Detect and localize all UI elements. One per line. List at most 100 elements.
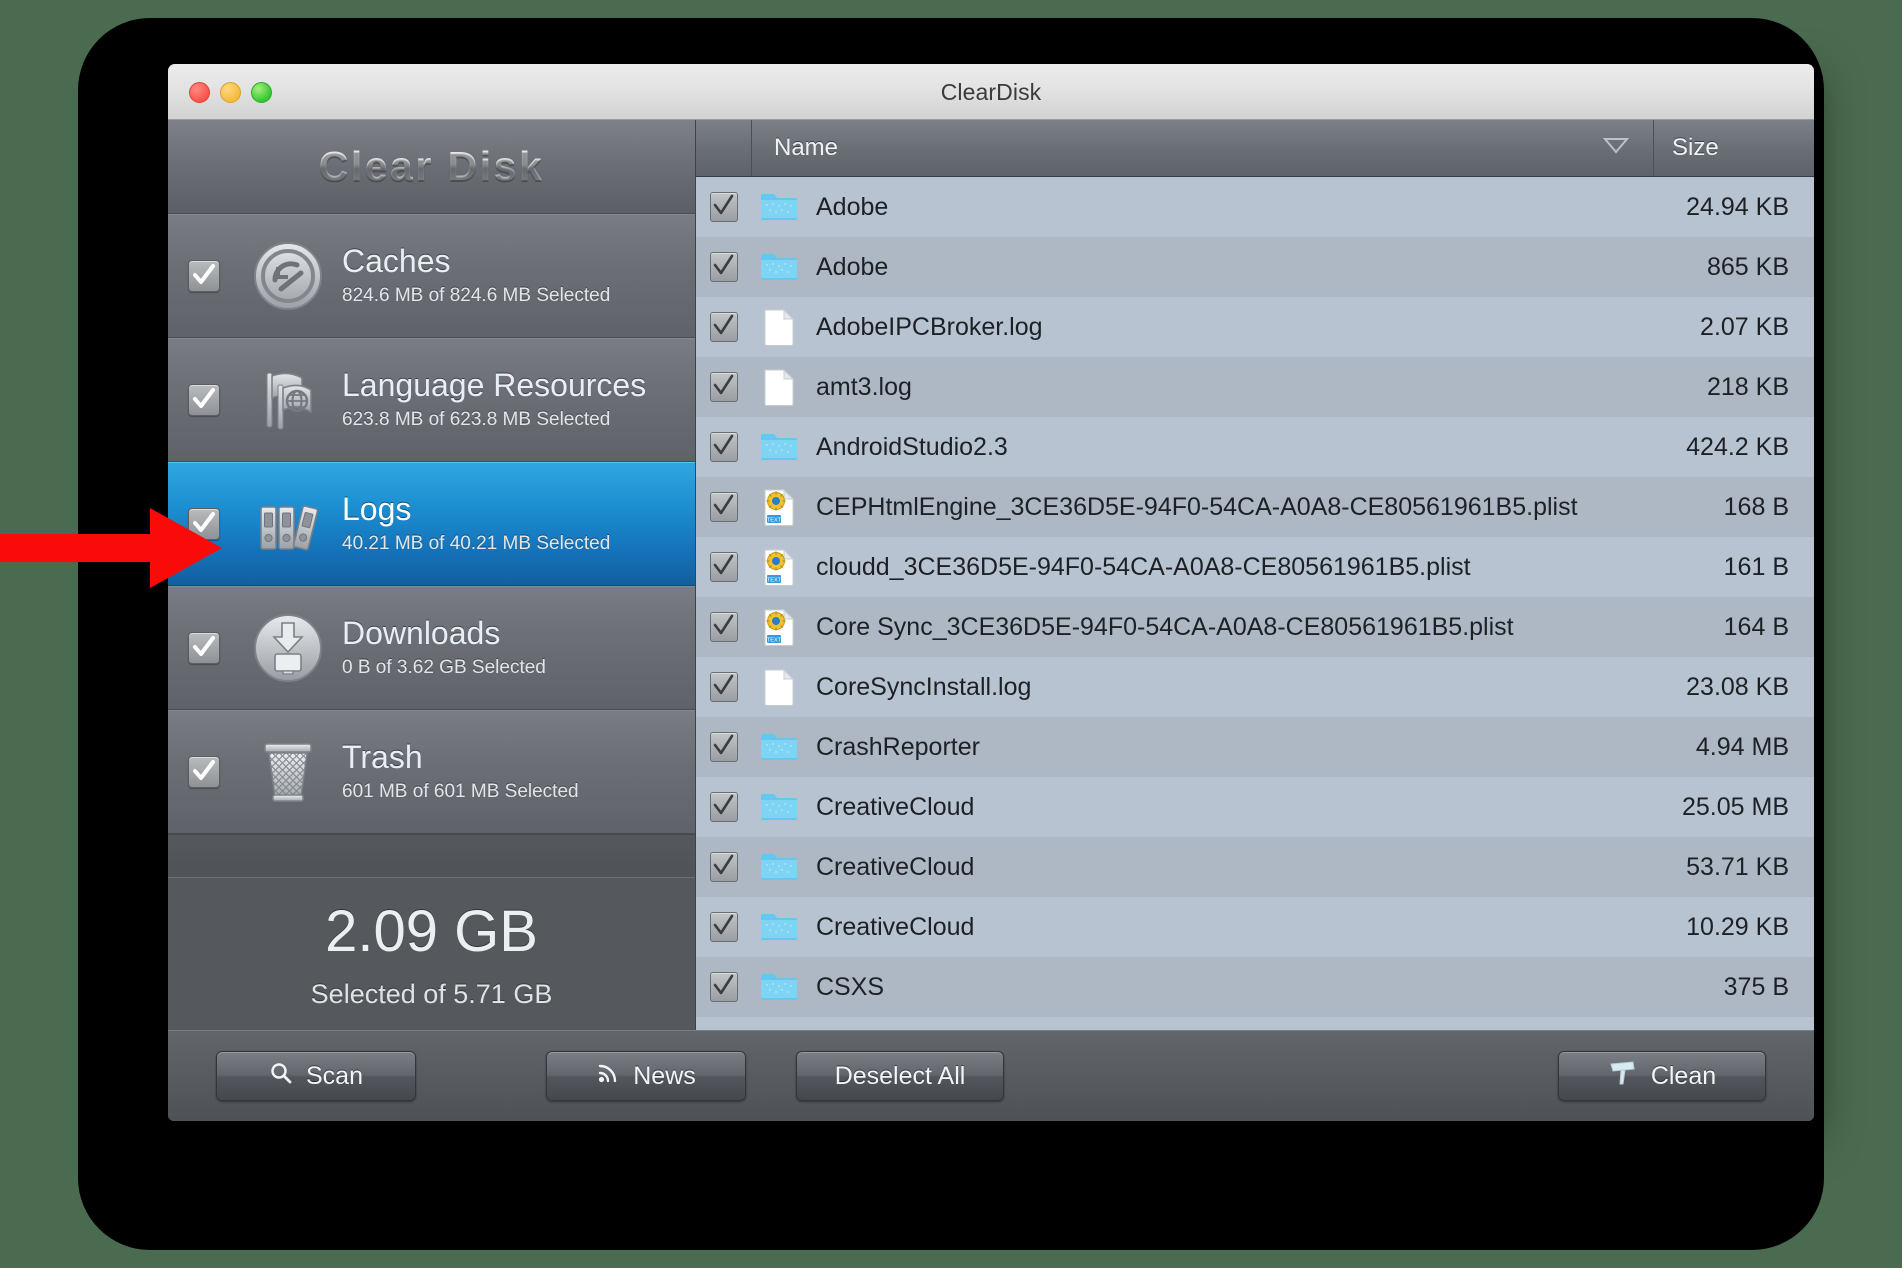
bottom-toolbar: Scan News Deselect All Clean xyxy=(168,1030,1814,1121)
row-checkbox[interactable] xyxy=(710,612,738,642)
trash-label: Trash xyxy=(342,738,423,775)
search-icon xyxy=(269,1061,293,1092)
row-file-name: Adobe xyxy=(816,252,889,281)
logs-detail: 40.21 MB of 40.21 MB Selected xyxy=(342,533,611,555)
row-checkbox[interactable] xyxy=(710,252,738,282)
table-row[interactable]: AndroidStudio2.3 424.2 KB xyxy=(696,417,1814,477)
row-checkbox[interactable] xyxy=(710,312,738,342)
total-selected-amount: 2.09 GB xyxy=(325,899,538,964)
row-checkbox-cell xyxy=(696,192,752,222)
app-brand-header: Clear Disk xyxy=(168,120,695,214)
row-checkbox[interactable] xyxy=(710,792,738,822)
row-checkbox-cell xyxy=(696,672,752,702)
row-checkbox[interactable] xyxy=(710,852,738,882)
language-resources-checkbox[interactable] xyxy=(188,384,220,416)
table-row[interactable]: amt3.log 218 KB xyxy=(696,357,1814,417)
caches-label: Caches xyxy=(342,242,451,279)
language-resources-text: Language Resources 623.8 MB of 623.8 MB … xyxy=(336,368,695,432)
row-checkbox[interactable] xyxy=(710,492,738,522)
row-checkbox[interactable] xyxy=(710,732,738,762)
header-checkbox-column[interactable] xyxy=(696,120,752,176)
category-list: Caches 824.6 MB of 824.6 MB Selected Lan… xyxy=(168,214,695,877)
trash-text: Trash 601 MB of 601 MB Selected xyxy=(336,738,695,804)
flags-icon xyxy=(240,363,336,437)
clean-button[interactable]: Clean xyxy=(1558,1051,1766,1101)
sidebar-item-downloads[interactable]: Downloads 0 B of 3.62 GB Selected xyxy=(168,586,695,710)
row-file-size: 10.29 KB xyxy=(1686,912,1789,941)
row-file-size: 4.94 MB xyxy=(1695,732,1789,761)
row-file-name: AdobeIPCBroker.log xyxy=(816,312,1043,341)
downloads-detail: 0 B of 3.62 GB Selected xyxy=(342,657,546,679)
row-checkbox-cell xyxy=(696,792,752,822)
news-button-label: News xyxy=(633,1061,696,1090)
table-row[interactable]: CSXS 375 B xyxy=(696,957,1814,1017)
trash-detail: 601 MB of 601 MB Selected xyxy=(342,781,579,803)
column-header-name-label: Name xyxy=(774,134,839,161)
row-checkbox[interactable] xyxy=(710,432,738,462)
folder-icon xyxy=(752,731,806,763)
red-arrow-annotation xyxy=(0,498,230,603)
news-button[interactable]: News xyxy=(546,1051,746,1101)
deselect-all-button-label: Deselect All xyxy=(834,1061,966,1090)
table-row[interactable]: AdobeIPCBroker.log 2.07 KB xyxy=(696,297,1814,357)
document-icon xyxy=(752,668,806,706)
app-brand-title: Clear Disk xyxy=(318,143,545,189)
caches-checkbox[interactable] xyxy=(188,260,220,292)
svg-text:TEXT: TEXT xyxy=(767,638,782,644)
caches-text: Caches 824.6 MB of 824.6 MB Selected xyxy=(336,242,695,308)
table-row[interactable]: TEXT Core Sync_3CE36D5E-94F0-54CA-A0A8-CE… xyxy=(696,597,1814,657)
row-file-size: 25.05 MB xyxy=(1681,792,1789,821)
window-body: Clear Disk Caches 824.6 MB of 824.6 MB S… xyxy=(168,120,1814,1030)
scan-button[interactable]: Scan xyxy=(216,1051,416,1101)
row-file-size: 53.71 KB xyxy=(1686,852,1789,881)
row-file-size: 23.08 KB xyxy=(1686,672,1789,701)
file-list-rows[interactable]: Adobe 24.94 KB Adobe 865 KB AdobeIPCBroker.l… xyxy=(696,177,1814,1030)
column-header-name[interactable]: Name xyxy=(752,120,1654,176)
row-checkbox[interactable] xyxy=(710,672,738,702)
table-row[interactable]: CreativeCloud 10.29 KB xyxy=(696,897,1814,957)
sidebar-item-trash[interactable]: Trash 601 MB of 601 MB Selected xyxy=(168,710,695,834)
table-row[interactable]: CreativeCloud 53.71 KB xyxy=(696,837,1814,897)
table-row[interactable]: Adobe 24.94 KB xyxy=(696,177,1814,237)
row-checkbox-cell xyxy=(696,492,752,522)
sidebar-item-language-resources[interactable]: Language Resources 623.8 MB of 623.8 MB … xyxy=(168,338,695,462)
table-row[interactable]: Adobe 865 KB xyxy=(696,237,1814,297)
binders-icon xyxy=(240,487,336,561)
trash-checkbox[interactable] xyxy=(188,756,220,788)
window-title: ClearDisk xyxy=(940,79,1042,105)
column-header-size[interactable]: Size xyxy=(1654,120,1814,176)
column-header-size-label: Size xyxy=(1672,134,1719,161)
table-row[interactable]: TEXT CEPHtmlEngine_3CE36D5E-94F0-54CA-A0A… xyxy=(696,477,1814,537)
squeegee-icon xyxy=(1608,1060,1638,1093)
folder-icon xyxy=(752,971,806,1003)
table-row[interactable]: CreativeCloud 25.05 MB xyxy=(696,777,1814,837)
caches-checkbox-cell xyxy=(168,260,240,292)
sidebar-item-logs[interactable]: Logs 40.21 MB of 40.21 MB Selected xyxy=(168,462,695,586)
row-checkbox[interactable] xyxy=(710,972,738,1002)
downloads-checkbox-cell xyxy=(168,632,240,664)
row-checkbox[interactable] xyxy=(710,552,738,582)
document-icon xyxy=(752,368,806,406)
plist-icon: TEXT xyxy=(752,608,806,646)
row-checkbox-cell xyxy=(696,912,752,942)
rss-icon xyxy=(596,1061,620,1092)
window-titlebar: ClearDisk xyxy=(168,64,1814,120)
caches-detail: 824.6 MB of 824.6 MB Selected xyxy=(342,285,611,307)
table-row[interactable]: TEXT cloudd_3CE36D5E-94F0-54CA-A0A8-CE805… xyxy=(696,537,1814,597)
row-checkbox[interactable] xyxy=(710,372,738,402)
row-file-size: 375 B xyxy=(1723,972,1789,1001)
sidebar-item-caches[interactable]: Caches 824.6 MB of 824.6 MB Selected xyxy=(168,214,695,338)
row-checkbox[interactable] xyxy=(710,192,738,222)
row-file-size: 168 B xyxy=(1723,492,1789,521)
deselect-all-button[interactable]: Deselect All xyxy=(796,1051,1004,1101)
table-row[interactable]: CoreSyncInstall.log 23.08 KB xyxy=(696,657,1814,717)
table-row[interactable]: CrashReporter 4.94 MB xyxy=(696,717,1814,777)
row-file-size: 865 KB xyxy=(1706,252,1789,281)
row-checkbox[interactable] xyxy=(710,912,738,942)
downloads-checkbox[interactable] xyxy=(188,632,220,664)
table-row[interactable]: DiagnosticReports1.2 MB xyxy=(696,1017,1814,1030)
descending-triangle-icon xyxy=(1601,134,1631,162)
sidebar-spacer xyxy=(168,834,695,877)
logs-label: Logs xyxy=(342,490,412,527)
file-list-pane: Name Size Adobe 24.94 KB Adobe 865 KB AdobeI… xyxy=(696,120,1814,1030)
